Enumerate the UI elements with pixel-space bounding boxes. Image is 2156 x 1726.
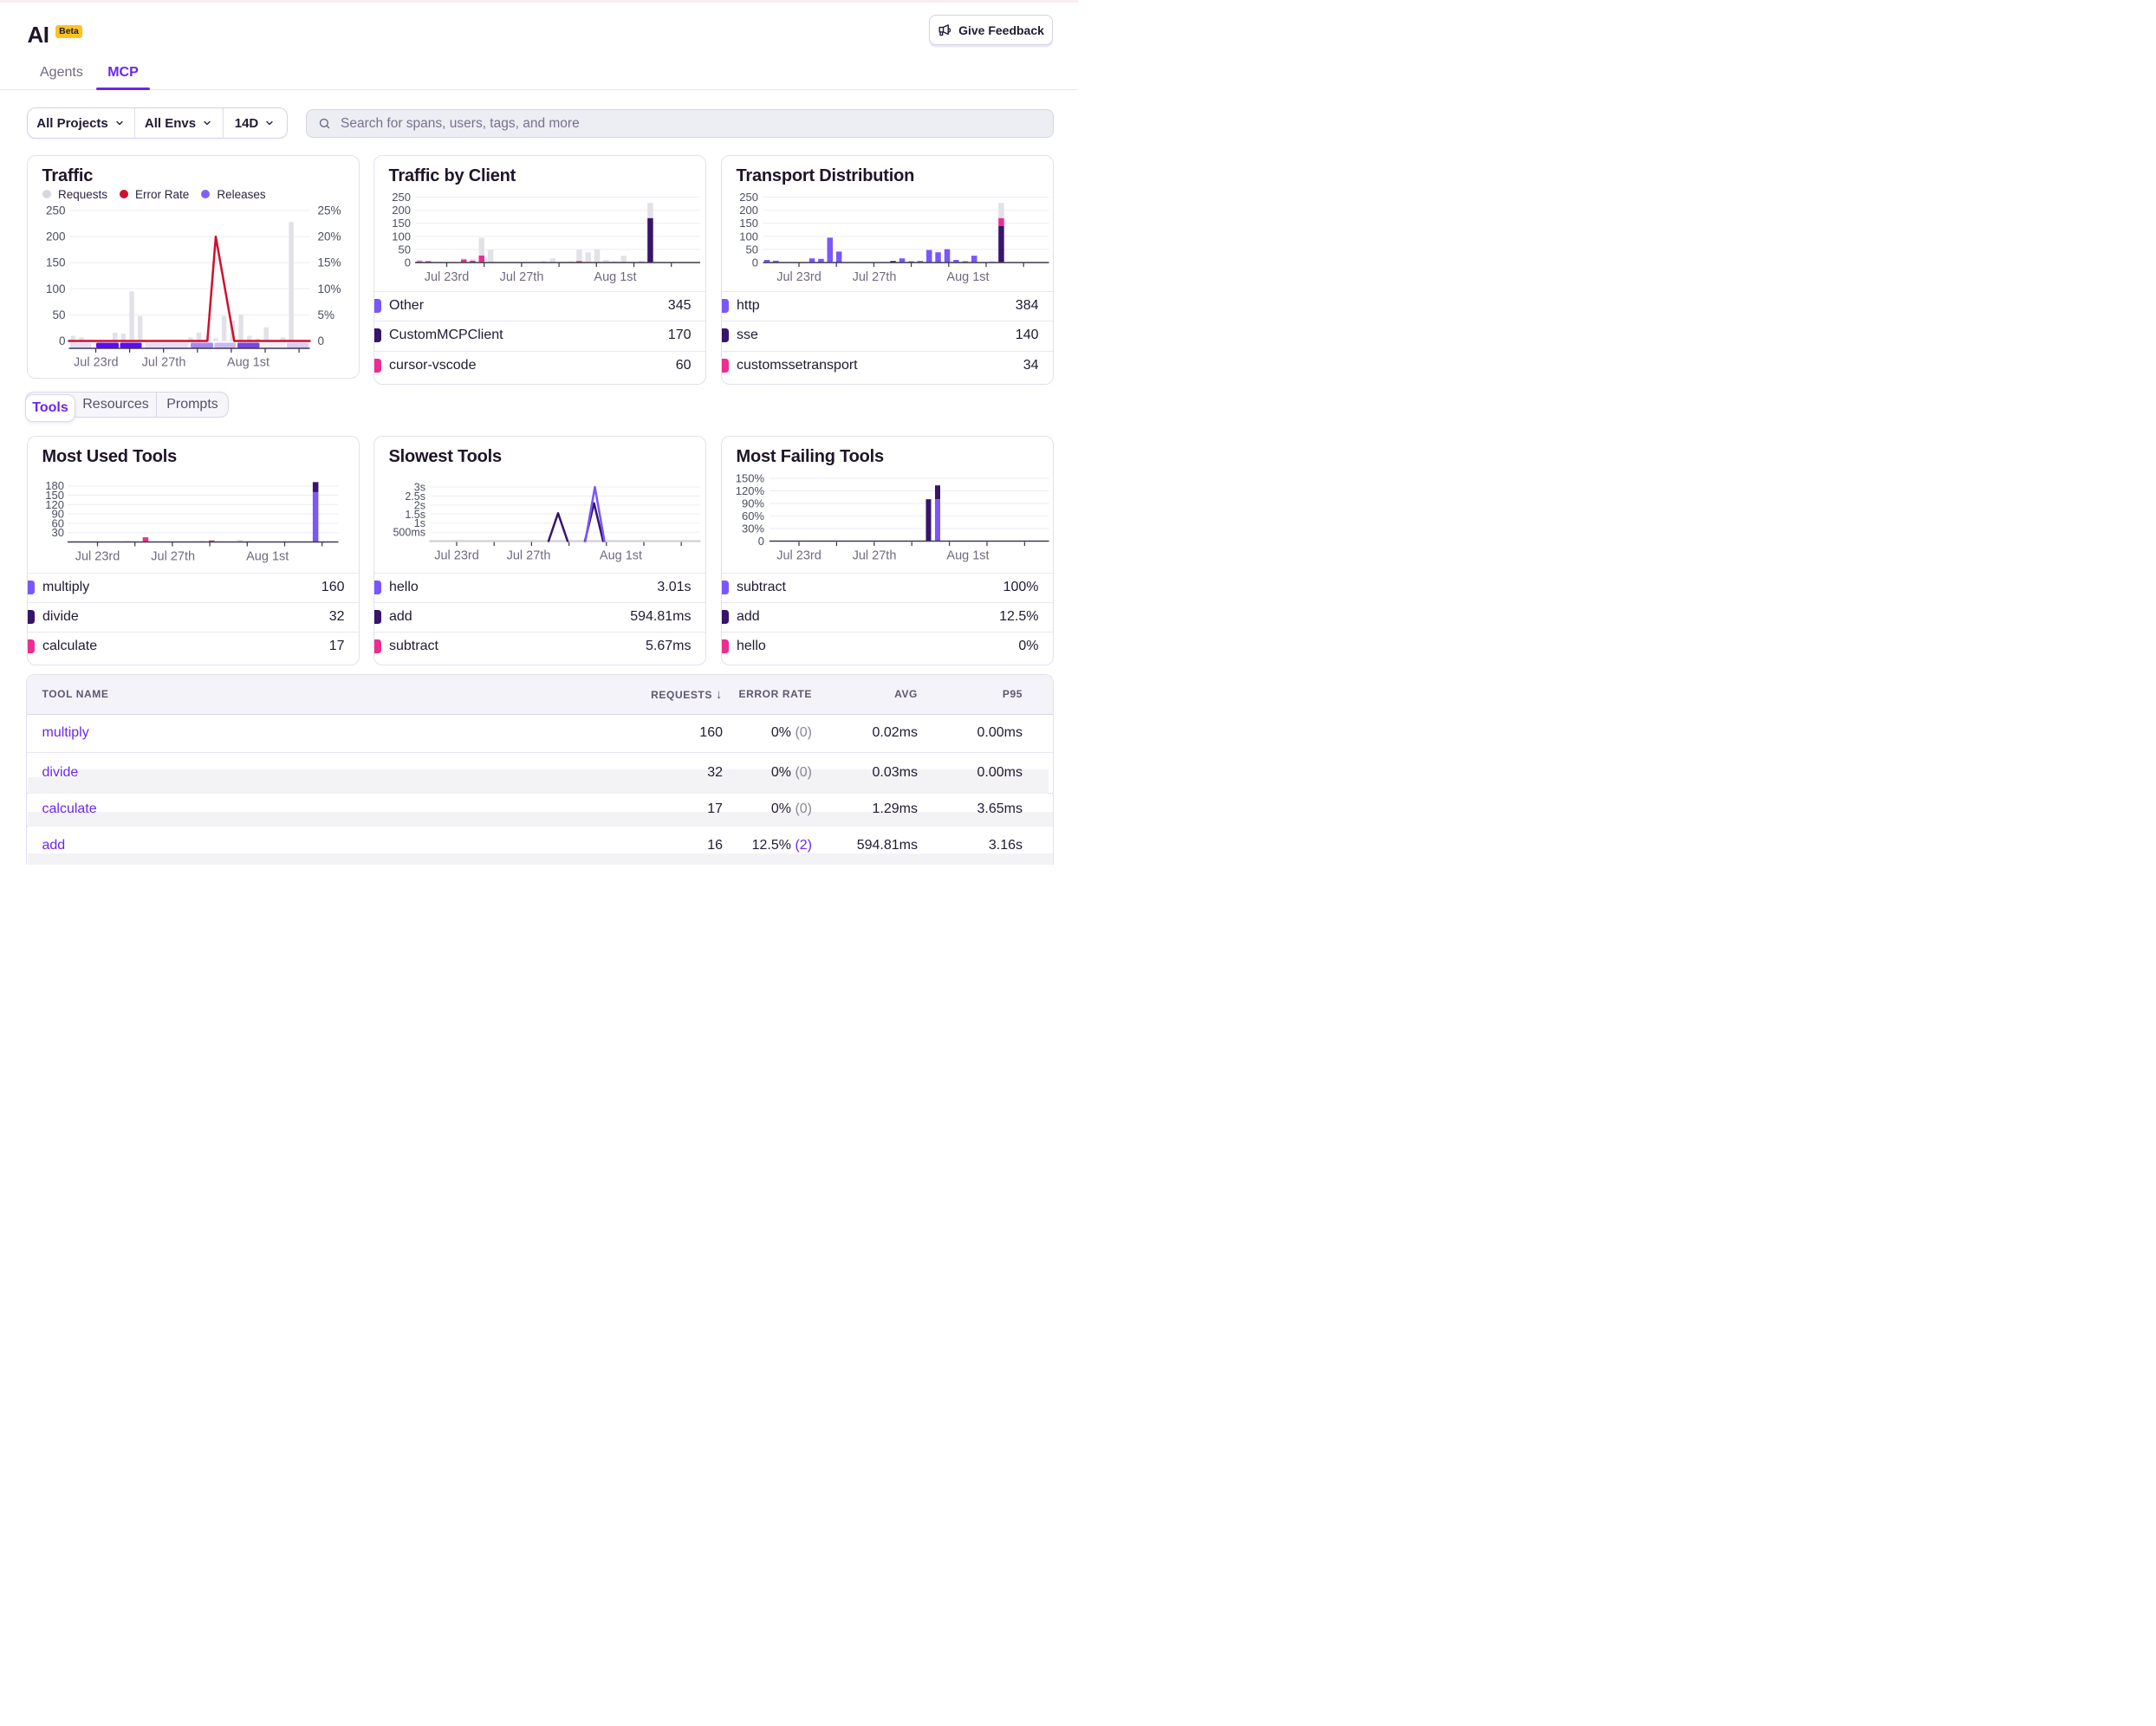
svg-text:90%: 90% [741, 497, 763, 510]
svg-text:250: 250 [45, 204, 65, 217]
svg-text:Aug 1st: Aug 1st [599, 549, 641, 563]
svg-text:150%: 150% [735, 472, 764, 485]
svg-text:5%: 5% [317, 308, 334, 321]
svg-text:120%: 120% [735, 484, 764, 497]
svg-text:200: 200 [392, 204, 411, 217]
svg-text:Jul 27th: Jul 27th [506, 549, 550, 563]
svg-text:Aug 1st: Aug 1st [594, 270, 636, 284]
svg-text:25%: 25% [317, 204, 341, 217]
svg-text:Aug 1st: Aug 1st [946, 270, 989, 284]
svg-text:60%: 60% [741, 509, 763, 522]
svg-text:0: 0 [404, 256, 410, 269]
svg-text:15%: 15% [317, 256, 341, 269]
svg-text:50: 50 [52, 308, 65, 321]
svg-text:Aug 1st: Aug 1st [946, 549, 989, 563]
svg-text:Jul 23rd: Jul 23rd [434, 549, 479, 563]
svg-text:30%: 30% [741, 522, 763, 535]
svg-text:Jul 27th: Jul 27th [151, 550, 195, 564]
svg-text:Jul 23rd: Jul 23rd [776, 549, 821, 563]
svg-text:Jul 23rd: Jul 23rd [424, 270, 469, 284]
svg-text:0: 0 [58, 334, 65, 347]
svg-text:Aug 1st: Aug 1st [226, 355, 269, 369]
svg-text:20%: 20% [317, 230, 341, 243]
svg-text:Aug 1st: Aug 1st [246, 550, 289, 564]
svg-text:Jul 27th: Jul 27th [852, 549, 896, 563]
svg-text:30: 30 [51, 526, 63, 539]
svg-text:Jul 27th: Jul 27th [499, 270, 543, 284]
svg-text:Jul 23rd: Jul 23rd [74, 355, 119, 369]
svg-text:Jul 23rd: Jul 23rd [776, 270, 821, 284]
svg-text:0: 0 [751, 256, 757, 269]
svg-text:150: 150 [392, 217, 411, 230]
svg-text:100: 100 [392, 230, 411, 243]
svg-text:0: 0 [317, 334, 324, 347]
svg-text:500ms: 500ms [393, 527, 425, 539]
svg-text:50: 50 [398, 243, 410, 256]
svg-text:100: 100 [45, 282, 65, 295]
svg-text:200: 200 [45, 230, 65, 243]
svg-text:Jul 27th: Jul 27th [141, 355, 185, 369]
svg-text:Jul 27th: Jul 27th [852, 270, 896, 284]
svg-text:250: 250 [392, 191, 411, 204]
svg-text:Jul 23rd: Jul 23rd [75, 550, 120, 564]
svg-text:150: 150 [45, 256, 65, 269]
svg-text:10%: 10% [317, 282, 341, 295]
svg-text:250: 250 [739, 191, 758, 204]
svg-text:0: 0 [757, 535, 763, 548]
svg-text:150: 150 [739, 217, 758, 230]
svg-text:200: 200 [739, 204, 758, 217]
svg-text:50: 50 [745, 243, 757, 256]
svg-text:100: 100 [739, 230, 758, 243]
